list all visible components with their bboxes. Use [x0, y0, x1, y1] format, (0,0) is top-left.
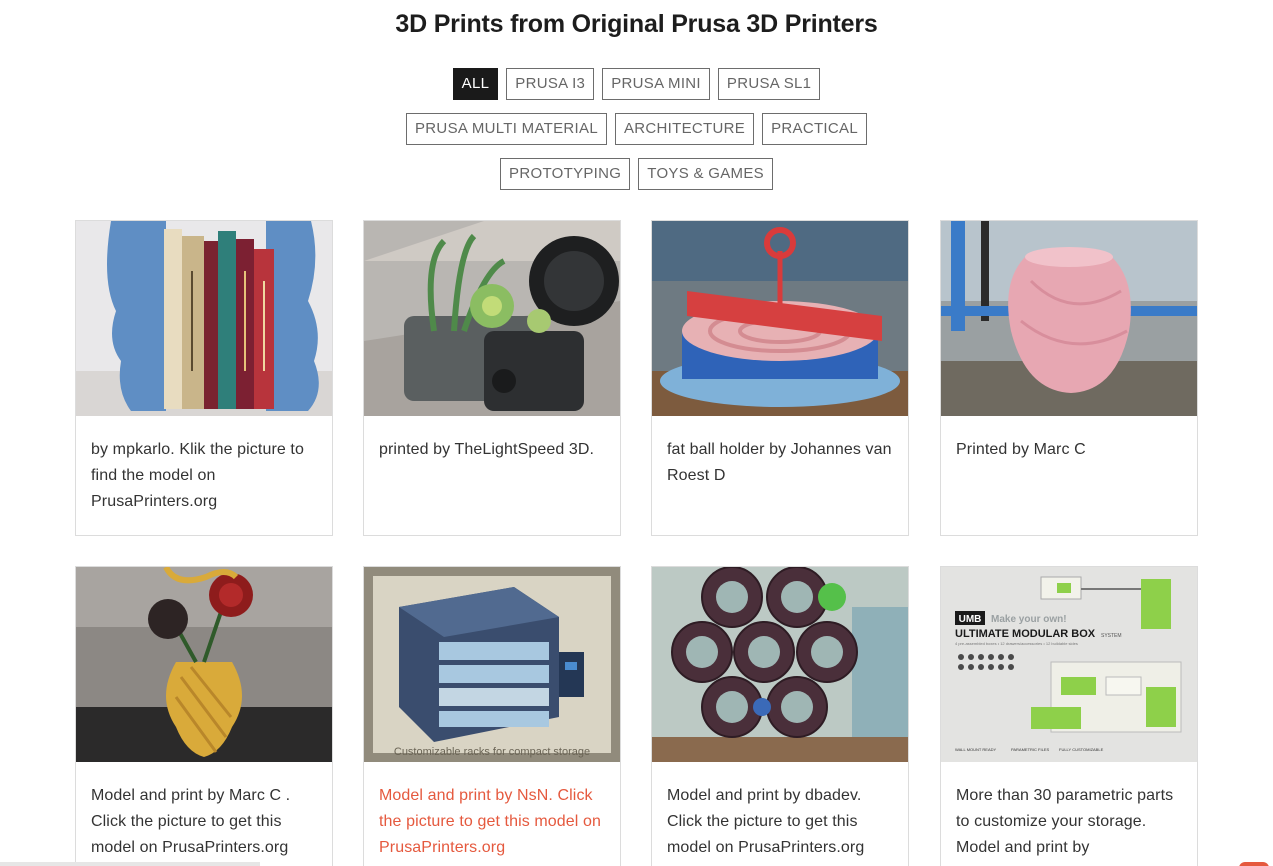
gallery-card-pink-vase[interactable]: Printed by Marc C: [940, 220, 1198, 536]
gallery-card-gold-vase[interactable]: Model and print by Marc C . Click the pi…: [75, 566, 333, 866]
umb-tagline-text: Make your own!: [991, 614, 1067, 625]
filter-practical-button[interactable]: PRACTICAL: [762, 113, 867, 145]
umb-system-text: SYSTEM: [1101, 633, 1122, 639]
filter-prusa-sl1-button[interactable]: PRUSA SL1: [717, 68, 821, 100]
card-caption: Model and print by NsN. Click the pictur…: [379, 787, 601, 856]
umb-feature-1-text: WALL MOUNT READY: [955, 747, 997, 752]
filter-architecture-button[interactable]: ARCHITECTURE: [614, 113, 755, 145]
gallery-card-bookends[interactable]: by mpkarlo. Klik the picture to find the…: [75, 220, 333, 536]
modular-box-photo: UMB Make your own! ULTIMATE MODULAR BOX …: [941, 567, 1197, 762]
gallery-card-modular-box[interactable]: UMB Make your own! ULTIMATE MODULAR BOX …: [940, 566, 1198, 866]
gold-vase-roses-photo: [76, 567, 332, 762]
card-image-camera-planter[interactable]: [364, 221, 620, 416]
page-title: 3D Prints from Original Prusa 3D Printer…: [395, 10, 878, 38]
gear-wine-rack-photo: [652, 567, 908, 762]
filter-row-3: PROTOTYPING TOYS & GAMES: [0, 158, 1273, 190]
filter-prusa-mini-button[interactable]: PRUSA MINI: [602, 68, 710, 100]
rack-image-text: Customizable racks for compact storage: [394, 746, 590, 758]
page: 3D Prints from Original Prusa 3D Printer…: [0, 0, 1273, 866]
card-caption: printed by TheLightSpeed 3D.: [379, 441, 595, 458]
card-caption: Printed by Marc C: [956, 441, 1086, 458]
horizontal-scrollbar[interactable]: [0, 862, 260, 866]
card-caption: More than 30 parametric parts to customi…: [956, 787, 1174, 856]
card-image-pink-vase[interactable]: [941, 221, 1197, 416]
blue-bookends-photo: [76, 221, 332, 416]
filter-prototyping-button[interactable]: PROTOTYPING: [500, 158, 631, 190]
umb-brand-text: UMB: [959, 614, 982, 625]
filter-prusa-i3-button[interactable]: PRUSA I3: [506, 68, 595, 100]
camera-planter-photo: [364, 221, 620, 416]
card-image-modular-box[interactable]: UMB Make your own! ULTIMATE MODULAR BOX …: [941, 567, 1197, 762]
pink-vase-photo: [941, 221, 1197, 416]
filter-row-2: PRUSA MULTI MATERIAL ARCHITECTURE PRACTI…: [0, 113, 1273, 145]
card-caption: Model and print by dbadev. Click the pic…: [667, 787, 865, 856]
filter-toys-games-button[interactable]: TOYS & GAMES: [638, 158, 773, 190]
filter-prusa-multi-material-button[interactable]: PRUSA MULTI MATERIAL: [406, 113, 607, 145]
card-image-gold-vase[interactable]: [76, 567, 332, 762]
umb-sub-text: 4 pre-assembled boxes • 12 drawers/acces…: [955, 641, 1078, 646]
umb-headline-text: ULTIMATE MODULAR BOX: [955, 628, 1096, 640]
gallery-card-camera-planter[interactable]: printed by TheLightSpeed 3D.: [363, 220, 621, 536]
gallery-card-wine-rack[interactable]: Model and print by dbadev. Click the pic…: [651, 566, 909, 866]
card-image-blue-bookends[interactable]: [76, 221, 332, 416]
card-image-ball-holder[interactable]: [652, 221, 908, 416]
umb-feature-2-text: PARAMETRIC FILES: [1011, 747, 1049, 752]
card-caption: by mpkarlo. Klik the picture to find the…: [91, 441, 304, 510]
chat-widget-badge[interactable]: [1239, 862, 1269, 866]
filter-row-1: ALL PRUSA I3 PRUSA MINI PRUSA SL1: [0, 68, 1273, 100]
card-image-storage-rack[interactable]: Customizable racks for compact storage: [364, 567, 620, 762]
gallery-card-ball-holder[interactable]: fat ball holder by Johannes van Roest D: [651, 220, 909, 536]
card-image-wine-rack[interactable]: [652, 567, 908, 762]
card-caption: Model and print by Marc C . Click the pi…: [91, 787, 291, 856]
filter-all-button[interactable]: ALL: [452, 68, 499, 100]
fly-in-ball-holder-photo: [652, 221, 908, 416]
card-caption: fat ball holder by Johannes van Roest D: [667, 441, 892, 484]
storage-rack-photo: Customizable racks for compact storage: [364, 567, 620, 762]
umb-feature-3-text: FULLY CUSTOMIZABLE: [1059, 747, 1104, 752]
gallery-card-storage-rack[interactable]: Customizable racks for compact storage M…: [363, 566, 621, 866]
